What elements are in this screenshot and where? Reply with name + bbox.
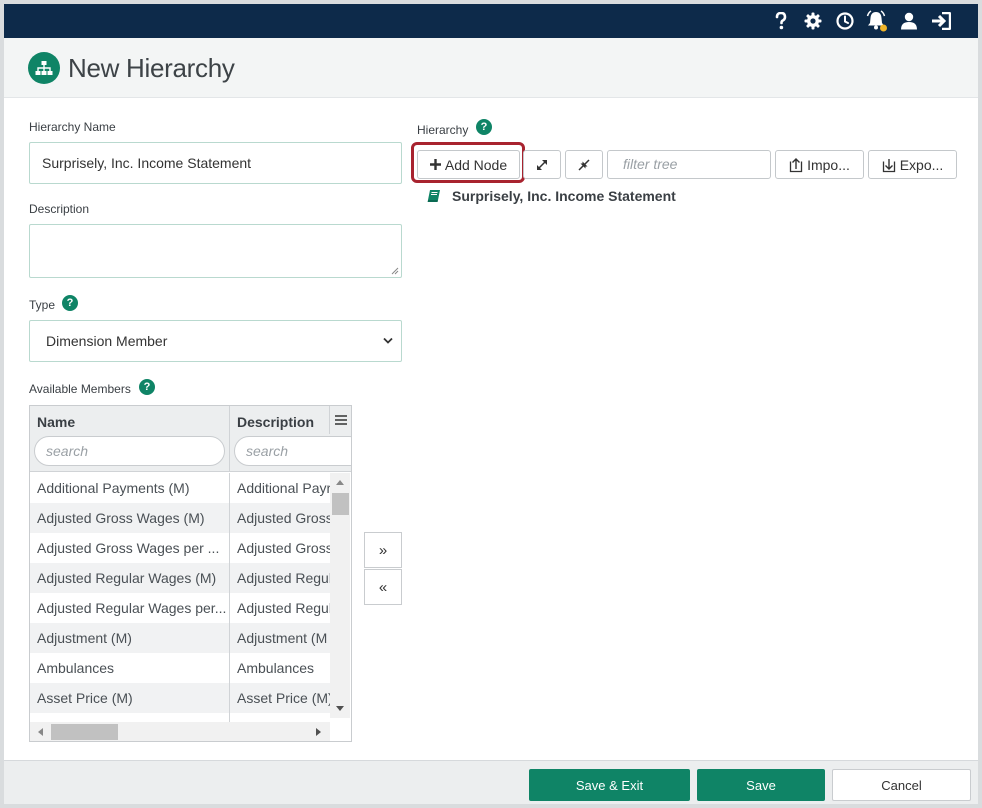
tree-root-label: Surprisely, Inc. Income Statement — [452, 188, 676, 204]
member-name-cell: Asset Price (M) — [37, 690, 133, 706]
table-row[interactable]: Adjusted Gross Wages per ... Adjusted Gro… — [30, 533, 330, 563]
hierarchy-name-label: Hierarchy Name — [29, 120, 116, 134]
horizontal-scroll-thumb[interactable] — [51, 724, 118, 740]
available-members-grid: Name Description search search Additiona… — [29, 405, 352, 742]
expand-all-button[interactable] — [523, 150, 561, 179]
column-divider — [229, 473, 230, 722]
hierarchy-icon — [28, 52, 60, 84]
member-name-cell: Adjustment (M) — [37, 630, 132, 646]
export-button[interactable]: Expo... — [868, 150, 957, 179]
member-description-cell: Adjusted Gross — [237, 510, 330, 526]
scroll-right-icon[interactable] — [316, 728, 322, 736]
page-title: New Hierarchy — [68, 53, 235, 83]
member-description-cell: Adjusted Regul — [237, 570, 330, 586]
table-row[interactable]: Adjusted Gross Wages (M) Adjusted Gross — [30, 503, 330, 533]
filter-tree-input[interactable]: filter tree — [607, 150, 771, 179]
gear-icon[interactable] — [802, 10, 824, 32]
move-left-button[interactable]: « — [364, 569, 402, 605]
user-icon[interactable] — [898, 10, 920, 32]
table-row[interactable]: Adjusted Regular Wages (M) Adjusted Regul — [30, 563, 330, 593]
hierarchy-name-input[interactable]: Surprisely, Inc. Income Statement — [29, 142, 402, 184]
member-name-cell: Additional Payments (M) — [37, 480, 190, 496]
column-divider — [229, 406, 230, 472]
member-name-cell: Adjusted Regular Wages per... — [37, 600, 227, 616]
type-label: Type — [29, 298, 56, 312]
member-name-cell: Adjusted Gross Wages (M) — [37, 510, 205, 526]
add-node-button[interactable]: Add Node — [417, 150, 520, 179]
type-select[interactable]: Dimension Member — [29, 320, 402, 362]
title-bar: New Hierarchy — [4, 38, 978, 98]
member-name-cell: Adjusted Regular Wages (M) — [37, 570, 217, 586]
app-window: New Hierarchy Hierarchy Name Surprisely,… — [4, 4, 978, 804]
top-nav-bar — [4, 4, 978, 38]
resize-handle-icon[interactable] — [391, 267, 399, 275]
plus-icon — [429, 159, 441, 170]
column-header-description[interactable]: Description — [237, 414, 314, 430]
tree-root-node[interactable]: Surprisely, Inc. Income Statement — [427, 188, 676, 204]
chevron-down-icon — [383, 337, 393, 344]
table-row[interactable]: Ambulances Ambulances — [30, 653, 330, 683]
available-members-label: Available Members — [29, 382, 131, 396]
name-search-input[interactable]: search — [34, 436, 225, 466]
notifications-icon[interactable] — [866, 10, 888, 32]
horizontal-scrollbar[interactable] — [30, 722, 330, 741]
member-description-cell: Adjustment (M — [237, 630, 328, 646]
help-icon[interactable] — [770, 10, 792, 32]
available-members-help-icon[interactable]: ? — [139, 379, 155, 395]
hierarchy-label: Hierarchy — [417, 123, 469, 137]
hierarchy-help-icon[interactable]: ? — [476, 119, 492, 135]
type-select-value: Dimension Member — [46, 333, 168, 349]
type-help-icon[interactable]: ? — [62, 295, 78, 311]
column-header-name[interactable]: Name — [37, 414, 75, 430]
member-description-cell: Adjusted Regul — [237, 600, 330, 616]
member-description-cell: Additional Payr — [237, 480, 330, 496]
scroll-left-icon[interactable] — [37, 728, 43, 736]
member-description-cell: Adjusted Gross — [237, 540, 330, 556]
save-button[interactable]: Save — [697, 769, 825, 801]
scroll-down-icon[interactable] — [336, 706, 344, 712]
member-description-cell: Asset Price (M) — [237, 690, 330, 706]
export-icon — [882, 158, 895, 172]
app-frame: New Hierarchy Hierarchy Name Surprisely,… — [0, 0, 982, 808]
member-description-cell: Ambulances — [237, 660, 315, 676]
member-name-cell: Ambulances — [37, 660, 115, 676]
cancel-button[interactable]: Cancel — [832, 769, 971, 801]
table-row[interactable]: Adjusted Regular Wages per... Adjusted Re… — [30, 593, 330, 623]
book-icon — [427, 190, 440, 202]
import-button[interactable]: Impo... — [775, 150, 864, 179]
description-textarea[interactable] — [29, 224, 402, 278]
move-right-button[interactable]: » — [364, 532, 402, 568]
footer-bar: Save & Exit Save Cancel — [4, 760, 978, 804]
description-label: Description — [29, 202, 90, 216]
table-row[interactable]: Asset Price (M) Asset Price (M) — [30, 683, 330, 713]
member-name-cell: Adjusted Gross Wages per ... — [37, 540, 220, 556]
compress-icon — [578, 158, 590, 171]
save-exit-button[interactable]: Save & Exit — [529, 769, 690, 801]
import-icon — [789, 157, 803, 172]
description-search-input[interactable]: search — [234, 436, 351, 466]
add-node-label: Add Node — [444, 156, 508, 173]
import-label: Impo... — [807, 156, 850, 173]
grid-body: Additional Payments (M) Additional Payr Ad… — [30, 473, 330, 713]
collapse-all-button[interactable] — [565, 150, 603, 179]
grid-header: Name Description search search — [30, 406, 351, 472]
table-row[interactable]: Adjustment (M) Adjustment (M — [30, 623, 330, 653]
logout-icon[interactable] — [930, 10, 952, 32]
table-row[interactable]: Additional Payments (M) Additional Payr — [30, 473, 330, 503]
expand-icon — [537, 159, 547, 170]
vertical-scroll-thumb[interactable] — [332, 493, 349, 515]
scroll-up-icon[interactable] — [336, 479, 344, 485]
export-label: Expo... — [899, 156, 944, 173]
history-icon[interactable] — [834, 10, 856, 32]
column-menu-icon[interactable] — [329, 406, 351, 434]
vertical-scrollbar[interactable] — [330, 473, 350, 718]
